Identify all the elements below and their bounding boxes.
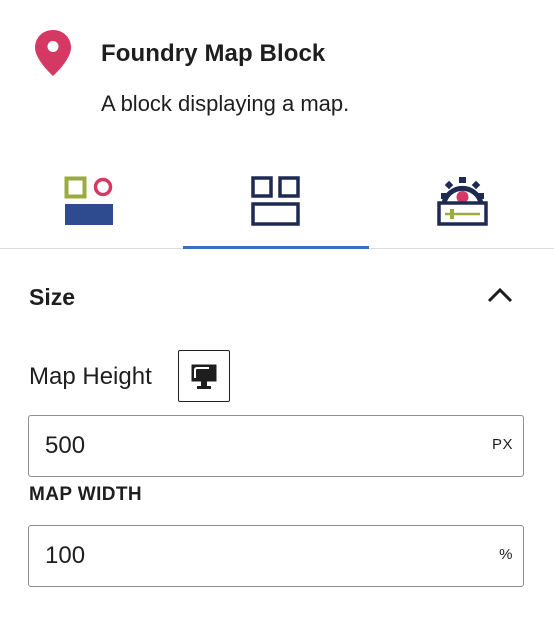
map-height-label: Map Height	[29, 363, 152, 390]
style-shapes-icon	[64, 176, 113, 225]
tab-layout[interactable]	[183, 160, 369, 249]
inspector-tabs	[0, 160, 554, 249]
device-toggle-button[interactable]	[178, 350, 230, 402]
map-width-label: MAP WIDTH	[29, 484, 143, 505]
block-card: Foundry Map Block A block displaying a m…	[0, 0, 554, 150]
active-tab-indicator	[183, 246, 369, 249]
block-title: Foundry Map Block	[101, 40, 326, 67]
desktop-icon	[191, 364, 217, 389]
map-height-input[interactable]	[29, 416, 469, 476]
map-height-field: PX	[28, 415, 524, 477]
map-width-field: %	[28, 525, 524, 587]
width-unit[interactable]: %	[499, 546, 513, 563]
advanced-gear-slider-icon	[437, 177, 488, 226]
map-width-input[interactable]	[29, 526, 469, 586]
tab-advanced[interactable]	[369, 160, 554, 248]
map-pin-icon	[35, 30, 71, 76]
tab-style[interactable]	[0, 160, 185, 248]
size-panel-toggle[interactable]: Size	[0, 262, 554, 330]
layout-grid-icon	[251, 176, 300, 226]
section-title: Size	[29, 284, 76, 310]
chevron-up-icon[interactable]	[487, 286, 513, 304]
block-inspector-panel: Foundry Map Block A block displaying a m…	[0, 0, 554, 638]
height-unit[interactable]: PX	[492, 436, 513, 453]
block-description: A block displaying a map.	[101, 91, 350, 116]
